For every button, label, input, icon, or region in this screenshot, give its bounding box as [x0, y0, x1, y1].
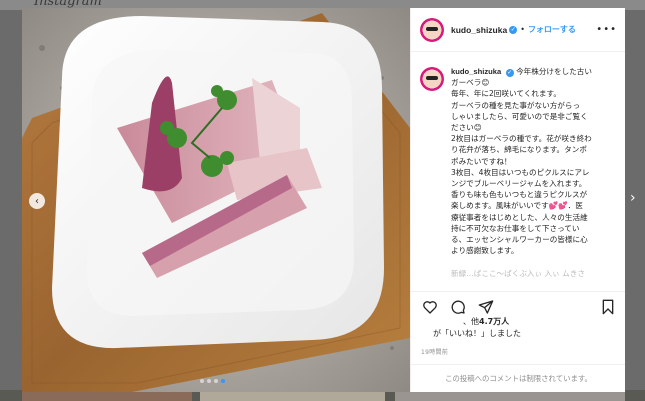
carousel-dot — [214, 379, 218, 383]
caption-line: より感謝致します。 — [451, 246, 519, 256]
carousel-prev-button[interactable]: ‹ — [29, 193, 45, 209]
post-photo[interactable]: ‹ — [22, 8, 410, 392]
caption-line: ガーベラ😊 — [451, 78, 490, 88]
carousel-dot — [207, 379, 211, 383]
comment-icon[interactable] — [450, 299, 466, 315]
chevron-left-icon: ‹ — [35, 195, 39, 207]
caption-line: しゃいましたら、可愛いので是非ご覧く — [451, 111, 588, 121]
caption-line: 毎年、年に2回咲いてくれます。 — [451, 89, 561, 99]
likes-prefix: 、他 — [463, 317, 479, 326]
separator: • — [520, 25, 525, 34]
caption-line: ださい😊 — [451, 123, 482, 133]
background-thumbnail[interactable] — [22, 391, 192, 401]
post-sidebar: kudo_shizuka ✓ • フォローする ••• kudo_shizuka… — [410, 8, 625, 392]
caption-line-text: 今年株分けをした古い — [516, 67, 592, 76]
carousel-dot-active — [221, 379, 225, 383]
caption-line: kudo_shizuka ✓ 今年株分けをした古い — [451, 66, 618, 77]
background-thumbnail[interactable] — [200, 391, 385, 401]
caption-line: ンジでブルーベリージャムを入れます。 — [451, 179, 587, 189]
carousel-dot — [200, 379, 204, 383]
caption-area: kudo_shizuka ✓ 今年株分けをした古い ガーベラ😊 毎年、年に2回咲… — [411, 52, 625, 284]
avatar[interactable] — [420, 67, 444, 91]
verified-check-icon: ✓ — [505, 68, 514, 77]
username-link[interactable]: kudo_shizuka — [451, 25, 507, 35]
heart-icon[interactable] — [422, 299, 438, 315]
post-timestamp[interactable]: 19時間前 — [421, 347, 448, 356]
caption-line: ポみたいですね！ — [451, 156, 512, 166]
caption-line — [451, 256, 618, 267]
post-modal: ‹ kudo_shizuka ✓ • フォローする ••• kudo_shizu… — [22, 8, 625, 392]
caption-line: り花弁が落ち、綿毛になります。タンポ — [451, 145, 587, 155]
caption-line: 2枚目はガーベラの種です。花が咲き終わ — [451, 134, 592, 144]
caption-text: kudo_shizuka ✓ 今年株分けをした古い ガーベラ😊 毎年、年に2回咲… — [451, 66, 618, 284]
follow-button[interactable]: フォローする — [528, 24, 576, 35]
verified-check-icon: ✓ — [509, 25, 518, 34]
caption-username-link[interactable]: kudo_shizuka — [451, 67, 501, 76]
likes-count-link[interactable]: 4.7万人 — [479, 317, 509, 326]
caption-line: 新緑…ばここ〜ばくぶ入ぃ 入ぃ ムきさ — [451, 268, 585, 278]
likes-suffix: が「いいね！」しました — [433, 329, 521, 338]
carousel-indicator — [200, 379, 225, 383]
chevron-right-icon[interactable]: › — [630, 190, 636, 206]
background-thumbnail[interactable] — [395, 391, 625, 401]
caption-line: ガーベラの種を見た事がない方がらっ — [451, 100, 581, 110]
bookmark-icon[interactable] — [600, 299, 616, 315]
caption-line: る、エッセンシャルワーカーの皆様に心 — [451, 235, 588, 245]
pickles-photo-image — [22, 8, 410, 392]
avatar[interactable] — [420, 17, 444, 42]
post-header: kudo_shizuka ✓ • フォローする ••• — [411, 8, 625, 52]
more-horizontal-icon[interactable]: ••• — [596, 24, 617, 35]
caption-line: 3枚目、4枚目はいつものピクルスにアレ — [451, 167, 590, 177]
post-actions — [411, 291, 625, 317]
comments-disabled-notice: この投稿へのコメントは制限されています。 — [411, 364, 625, 392]
caption-line: 持に不可欠なお仕事をして下さってい — [451, 223, 580, 233]
caption-line: 香りも味も色もいつもと違うピクルスが — [451, 190, 588, 200]
likes-summary: 、他4.7万人 が「いいね！」しました — [433, 316, 623, 338]
share-icon[interactable] — [478, 299, 494, 315]
caption-line: 楽しめます。風味がいいです💕💕．医 — [451, 201, 583, 211]
caption-line: 療従事者をはじめとした、人々の生活維 — [451, 212, 588, 222]
